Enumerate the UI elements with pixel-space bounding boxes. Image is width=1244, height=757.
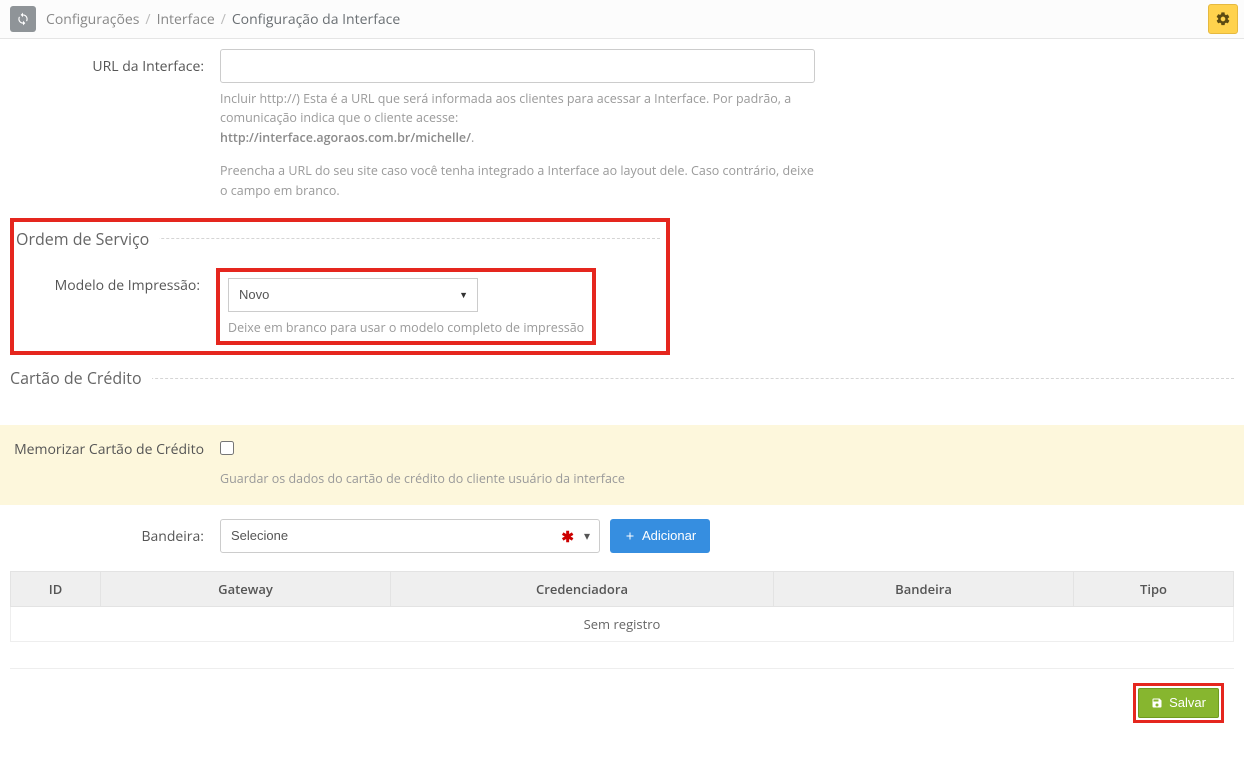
url-row: URL da Interface: Incluir http://) Esta … [10, 49, 1234, 200]
modelo-impressao-help: Deixe em branco para usar o modelo compl… [228, 318, 584, 337]
ordem-servico-fieldset: Ordem de Serviço Modelo de Impressão: No… [16, 228, 660, 345]
adicionar-button[interactable]: Adicionar [610, 519, 710, 553]
settings-button[interactable] [1208, 4, 1238, 34]
refresh-icon [16, 12, 30, 26]
salvar-button[interactable]: Salvar [1138, 688, 1219, 718]
plus-icon [624, 530, 636, 542]
highlight-modelo-select: Novo Deixe em branco para usar o modelo … [216, 268, 596, 345]
breadcrumb-item[interactable]: Interface [157, 10, 215, 29]
empty-cell: Sem registro [11, 606, 1234, 641]
footer: Salvar [10, 668, 1234, 737]
url-help-2: Preencha a URL do seu site caso você ten… [220, 161, 815, 200]
content-area: URL da Interface: Incluir http://) Esta … [0, 39, 1244, 757]
ordem-servico-legend: Ordem de Serviço [16, 228, 159, 250]
bandeiras-table: ID Gateway Credenciadora Bandeira Tipo S… [10, 571, 1234, 642]
cartao-credito-fieldset: Cartão de Crédito Memorizar Cartão de Cr… [10, 367, 1234, 641]
topbar: Configurações / Interface / Configuração… [0, 0, 1244, 39]
th-tipo: Tipo [1074, 571, 1234, 606]
memorizar-label: Memorizar Cartão de Crédito [10, 441, 220, 460]
url-help-1: Incluir http://) Esta é a URL que será i… [220, 89, 815, 147]
gear-icon [1215, 11, 1231, 27]
th-bandeira: Bandeira [774, 571, 1074, 606]
modelo-impressao-select[interactable]: Novo [228, 278, 478, 312]
separator: / [221, 10, 226, 29]
table-row-empty: Sem registro [11, 606, 1234, 641]
memorizar-help: Guardar os dados do cartão de crédito do… [220, 469, 815, 488]
separator: / [145, 10, 150, 29]
bandeira-select[interactable]: Selecione [220, 519, 600, 553]
bandeira-row: Bandeira: Selecione ✱ Adicionar [10, 519, 1234, 553]
refresh-icon-button[interactable] [10, 6, 36, 32]
required-icon: ✱ [561, 527, 574, 547]
bandeira-label: Bandeira: [10, 519, 220, 546]
cartao-credito-legend: Cartão de Crédito [10, 367, 152, 389]
breadcrumb-item[interactable]: Configurações [46, 10, 139, 29]
url-input[interactable] [220, 49, 815, 83]
th-credenciadora: Credenciadora [391, 571, 774, 606]
save-icon [1151, 697, 1163, 709]
highlight-ordem-servico: Ordem de Serviço Modelo de Impressão: No… [10, 218, 670, 355]
url-label: URL da Interface: [10, 49, 220, 76]
modelo-impressao-label: Modelo de Impressão: [16, 268, 216, 295]
breadcrumb-current: Configuração da Interface [232, 10, 400, 29]
highlight-save: Salvar [1133, 683, 1224, 723]
memorizar-band: Memorizar Cartão de Crédito Guardar os d… [0, 425, 1244, 504]
th-gateway: Gateway [101, 571, 391, 606]
th-id: ID [11, 571, 101, 606]
memorizar-checkbox[interactable] [220, 441, 234, 455]
breadcrumb: Configurações / Interface / Configuração… [46, 10, 400, 29]
